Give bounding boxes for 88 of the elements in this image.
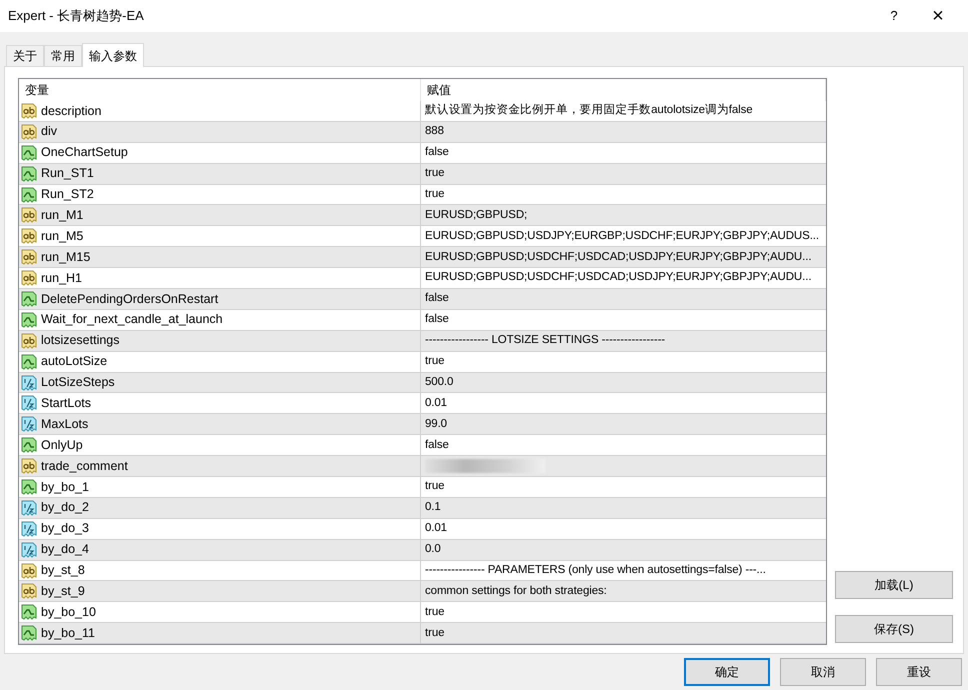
value-text: true (425, 479, 444, 494)
value-text: 0.0 (425, 542, 441, 558)
value-text: EURUSD;GBPUSD;USDCHF;USDCAD;USDJPY;EURJPY;GBPJPY;AUDU... (425, 270, 812, 286)
variable-name: run_H1 (41, 270, 82, 287)
fraction-type-icon (21, 395, 37, 412)
variable-name: description (41, 102, 102, 120)
switch-type-icon (21, 604, 37, 620)
value-text: false (425, 438, 449, 453)
variable-name: run_M1 (41, 207, 84, 224)
tab[interactable]: 关于 (6, 45, 44, 66)
value-text: 99.0 (425, 416, 447, 432)
switch-type-icon (21, 625, 37, 642)
variable-name: div (41, 123, 57, 140)
switch-type-icon (21, 478, 37, 495)
variable-name: MaxLots (41, 416, 88, 433)
value-text: EURUSD;GBPUSD;USDJPY;EURGBP;USDCHF;EURJPY;GBPJPY;AUDUS... (425, 228, 819, 244)
variable-name: by_st_9 (41, 583, 85, 600)
dialog-button[interactable]: 取消 (780, 658, 866, 686)
variable-name: autoLotSize (41, 353, 108, 370)
value-text: true (425, 604, 444, 620)
fraction-type-icon (21, 520, 37, 537)
text-type-icon (21, 583, 37, 600)
value-text: false (425, 291, 449, 306)
text-type-icon (21, 270, 37, 286)
variable-name: Run_ST1 (41, 165, 94, 182)
variable-name: run_M5 (41, 228, 84, 245)
help-button[interactable]: ? (872, 0, 916, 32)
value-text: true (425, 166, 444, 181)
dialog-button[interactable]: 确定 (684, 658, 770, 686)
variable-name: by_bo_10 (41, 604, 96, 621)
variable-name: lotsizesettings (41, 332, 120, 350)
close-button[interactable]: × (916, 0, 960, 32)
value-text: 888 (425, 124, 444, 140)
switch-type-icon (21, 312, 37, 328)
text-type-icon (21, 562, 37, 579)
variable-name: by_do_3 (41, 520, 89, 538)
value-text: 500.0 (425, 374, 454, 390)
value-text: true (425, 186, 444, 202)
variable-name: by_bo_11 (41, 624, 95, 642)
value-text: 默认设置为按资金比例开单，要用固定手数autolotsize调为false (425, 102, 753, 118)
value-text: common settings for both strategies: (425, 584, 607, 599)
variable-name: Run_ST2 (41, 186, 94, 204)
fraction-type-icon (21, 542, 37, 558)
variable-name: by_do_2 (41, 499, 89, 516)
text-type-icon (21, 102, 37, 119)
variable-name: OnlyUp (41, 436, 83, 454)
value-text: true (425, 626, 444, 641)
switch-type-icon (21, 144, 37, 161)
text-type-icon (21, 249, 37, 266)
value-text: 0.1 (425, 500, 441, 516)
text-type-icon (21, 228, 37, 244)
variable-name: by_st_8 (41, 562, 85, 580)
variable-name: by_bo_1 (41, 478, 89, 496)
value-text: false (425, 312, 449, 328)
fraction-type-icon (21, 416, 37, 432)
value-text: EURUSD;GBPUSD;USDCHF;USDCAD;USDJPY;EURJPY;GBPJPY;AUDU... (425, 250, 812, 265)
fraction-type-icon (21, 374, 37, 391)
variable-name: DeletePendingOrdersOnRestart (41, 290, 218, 308)
switch-type-icon (21, 166, 37, 182)
tab[interactable]: 输入参数 (82, 43, 144, 67)
tab[interactable]: 常用 (44, 45, 82, 66)
text-type-icon (21, 124, 37, 140)
variable-name: run_M15 (41, 248, 90, 266)
value-text: EURUSD;GBPUSD; (425, 208, 528, 223)
value-text: ----------------- LOTSIZE SETTINGS ----------------- (425, 333, 666, 348)
value-text: false (425, 145, 449, 160)
value-text: ---------------- PARAMETERS (only use when autosettings=false) ---... (425, 562, 766, 578)
switch-type-icon (21, 354, 37, 370)
variable-name: LotSizeSteps (41, 374, 115, 392)
dialog-button[interactable]: 重设 (876, 658, 962, 686)
fraction-type-icon (21, 500, 37, 516)
window-title: Expert - 长青树趋势-EA (8, 7, 145, 26)
variable-name: Wait_for_next_candle_at_launch (41, 311, 223, 328)
value-text: 0.01 (425, 521, 447, 536)
switch-type-icon (21, 290, 37, 307)
variable-name: StartLots (41, 395, 92, 412)
text-type-icon (21, 458, 37, 474)
value-text: 0.01 (425, 396, 447, 411)
switch-type-icon (21, 186, 37, 202)
variable-name: by_do_4 (41, 541, 89, 558)
switch-type-icon (21, 437, 37, 454)
side-button[interactable]: 保存(S) (835, 615, 953, 643)
variable-name: OneChartSetup (41, 144, 128, 162)
side-button[interactable]: 加载(L) (835, 571, 953, 599)
variable-name: trade_comment (41, 458, 128, 475)
value-text: true (425, 354, 444, 369)
text-type-icon (21, 207, 37, 224)
text-type-icon (21, 332, 37, 349)
